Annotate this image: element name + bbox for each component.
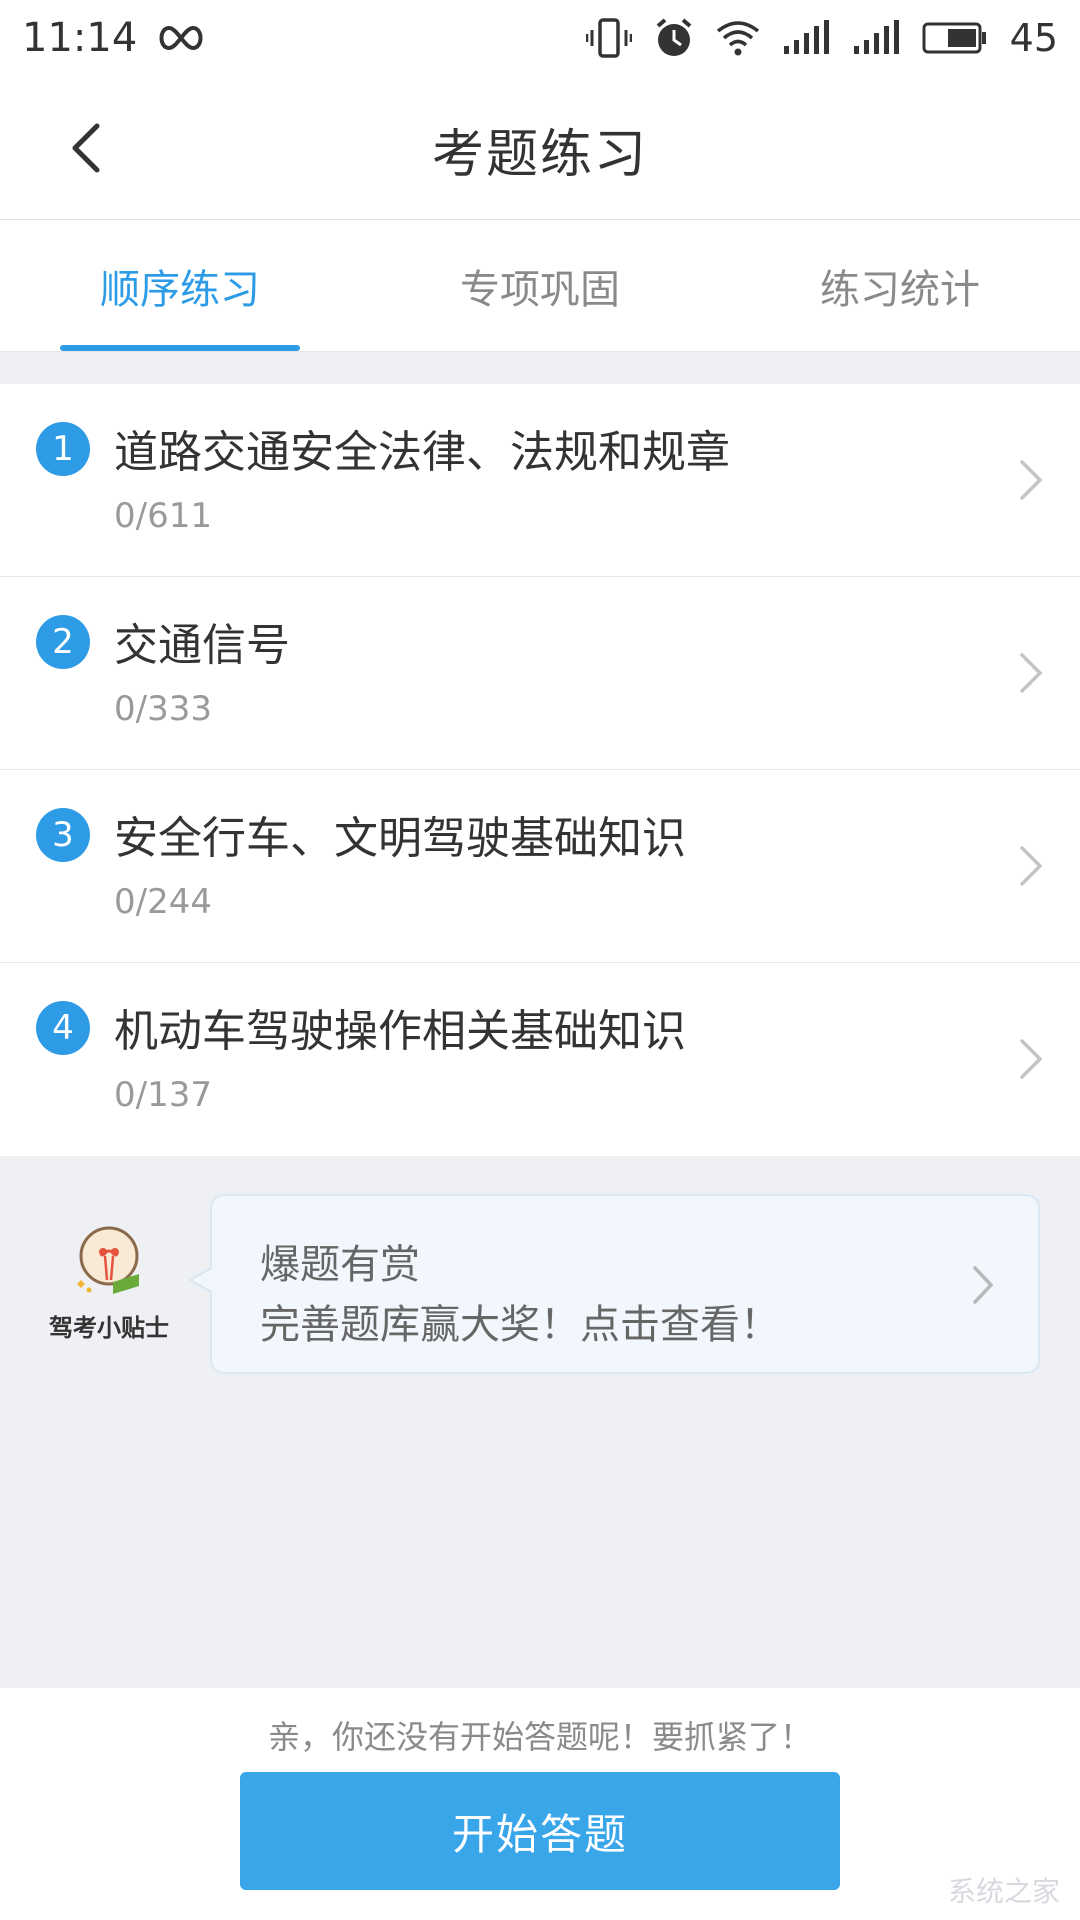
chapter-item-4[interactable]: 4 机动车驾驶操作相关基础知识 0/137 <box>0 963 1080 1156</box>
chapter-title: 道路交通安全法律、法规和规章 <box>114 427 730 478</box>
battery-icon <box>922 22 988 54</box>
tab-topic-review[interactable]: 专项巩固 <box>360 220 720 351</box>
chapter-progress: 0/137 <box>114 1075 212 1115</box>
signal-icon <box>852 20 900 56</box>
status-hint: 亲，你还没有开始答题呢！要抓紧了！ <box>267 1718 812 1756</box>
chapter-title: 安全行车、文明驾驶基础知识 <box>114 813 686 864</box>
alarm-icon <box>654 18 694 58</box>
tips-mascot: 驾考小贴士 <box>36 1222 182 1352</box>
chapter-progress: 0/611 <box>114 496 212 536</box>
lightbulb-icon <box>77 1226 139 1294</box>
chapter-list: 1 道路交通安全法律、法规和规章 0/611 2 交通信号 0/333 3 安全… <box>0 384 1080 1156</box>
chapter-title: 交通信号 <box>114 620 290 671</box>
chapter-number-badge: 4 <box>36 1001 90 1055</box>
chapter-item-3[interactable]: 3 安全行车、文明驾驶基础知识 0/244 <box>0 770 1080 963</box>
status-time: 11:14 <box>22 15 138 61</box>
chapter-number-badge: 1 <box>36 422 90 476</box>
tab-bar: 顺序练习 专项巩固 练习统计 <box>0 220 1080 352</box>
tip-banner[interactable]: 爆题有赏 完善题库赢大奖！点击查看！ <box>188 1194 1040 1374</box>
tab-sequential-practice[interactable]: 顺序练习 <box>0 220 360 351</box>
chapter-item-2[interactable]: 2 交通信号 0/333 <box>0 577 1080 770</box>
tab-practice-stats[interactable]: 练习统计 <box>720 220 1080 351</box>
chevron-right-icon <box>1020 846 1043 886</box>
chapter-title: 机动车驾驶操作相关基础知识 <box>114 1006 686 1057</box>
chapter-progress: 0/333 <box>114 689 212 729</box>
chapter-number-badge: 3 <box>36 808 90 862</box>
tip-title: 爆题有赏 <box>260 1242 420 1288</box>
chapter-progress: 0/244 <box>114 882 212 922</box>
tip-area: 驾考小贴士 爆题有赏 完善题库赢大奖！点击查看！ <box>0 1156 1080 1688</box>
battery-level: 45 <box>1009 16 1058 60</box>
page-title: 考题练习 <box>431 125 648 185</box>
chapter-number-badge: 2 <box>36 615 90 669</box>
vibrate-icon <box>585 18 632 58</box>
chevron-right-icon <box>1020 653 1043 693</box>
start-answering-button[interactable]: 开始答题 <box>240 1772 840 1890</box>
tips-label: 驾考小贴士 <box>49 1314 169 1342</box>
infinity-icon <box>155 23 207 53</box>
watermark: 系统之家 <box>947 1875 1060 1908</box>
chevron-right-icon <box>1020 460 1043 500</box>
chevron-right-icon <box>1020 1039 1043 1079</box>
chapter-item-1[interactable]: 1 道路交通安全法律、法规和规章 0/611 <box>0 384 1080 577</box>
wifi-icon <box>716 19 760 57</box>
bottom-panel: 亲，你还没有开始答题呢！要抓紧了！ 开始答题 系统之家 <box>0 1688 1080 1920</box>
status-bar: 11:14 45 <box>0 0 1080 76</box>
chevron-right-icon <box>973 1266 994 1304</box>
signal-icon <box>782 20 830 56</box>
header: 考题练习 <box>0 76 1080 220</box>
tip-subtitle: 完善题库赢大奖！点击查看！ <box>260 1302 780 1348</box>
